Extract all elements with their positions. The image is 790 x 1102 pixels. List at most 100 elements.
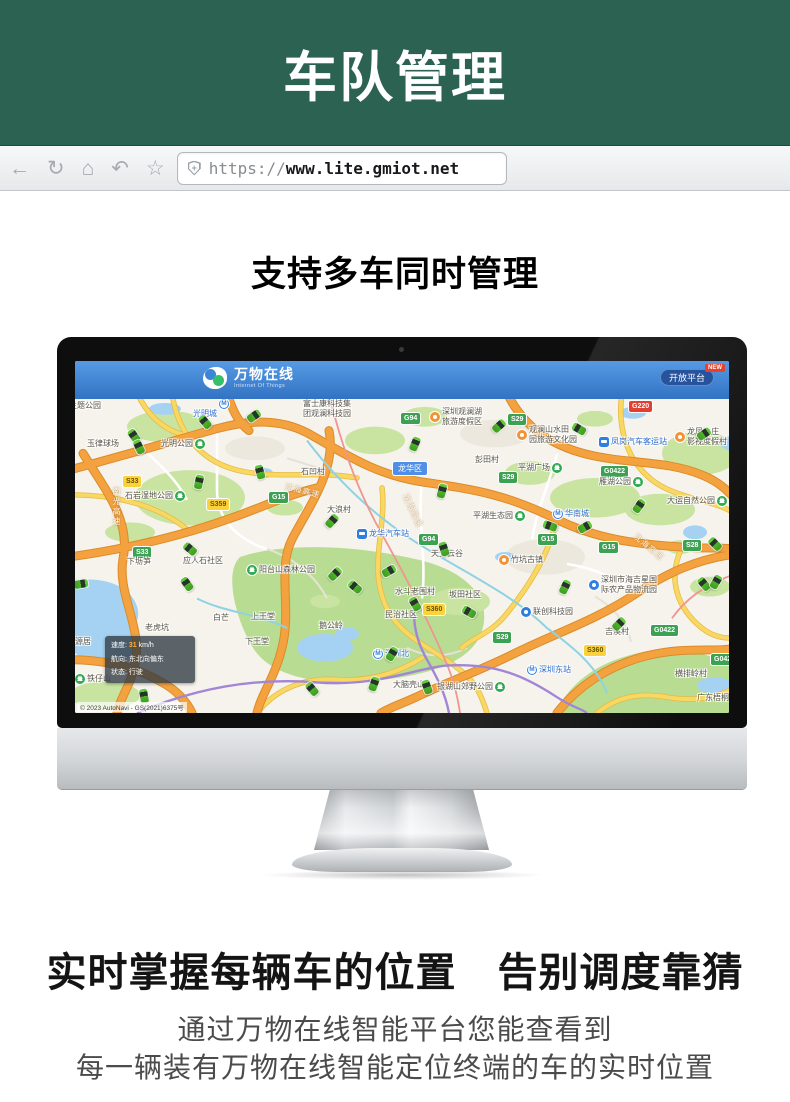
map-label: 联创科技园 xyxy=(521,607,573,617)
browser-nav-icons: ← ↻ ⌂ ↶ ☆ xyxy=(0,158,177,179)
vehicle-marker[interactable] xyxy=(436,483,447,499)
map-label: 主题公园 xyxy=(75,401,101,411)
vehicle-marker[interactable] xyxy=(368,676,380,692)
poi-poi-icon xyxy=(675,432,685,442)
road-badge: G94 xyxy=(419,534,438,545)
map-label-text: 主题公园 xyxy=(75,401,101,411)
road-badge: S360 xyxy=(584,645,606,656)
park-poi-icon xyxy=(717,496,727,506)
vehicle-marker[interactable] xyxy=(180,576,195,592)
map-label: 石凹村 xyxy=(301,467,325,477)
banner: 车队管理 xyxy=(0,0,790,145)
app-brand: 万物在线 Internet Of Things xyxy=(203,367,294,389)
vehicle-marker[interactable] xyxy=(409,436,422,452)
vehicle-marker[interactable] xyxy=(381,564,397,578)
map-label: 民治社区 xyxy=(385,610,417,620)
road-badge: G94 xyxy=(401,413,420,424)
map-label: 上王堂 xyxy=(251,612,275,622)
map-label-text: 银湖山郊野公园 xyxy=(437,682,493,692)
url-scheme: https:// xyxy=(209,159,286,178)
address-bar[interactable]: https://www.lite.gmiot.net xyxy=(177,152,507,185)
map-label: 平湖广场 xyxy=(518,463,562,473)
road-badge: G220 xyxy=(629,401,652,412)
vehicle-marker[interactable] xyxy=(707,536,723,552)
map-label-text: 富士康科技集 团观澜科技园 xyxy=(303,399,351,418)
map-label: 富士康科技集 团观澜科技园 xyxy=(303,399,351,418)
monitor-chin xyxy=(57,728,747,790)
map-label-text: 玉律球场 xyxy=(87,439,119,449)
road-name: 南光高速 xyxy=(111,487,122,527)
park-poi-icon xyxy=(175,491,185,501)
monitor-screen: 万物在线 Internet Of Things 开放平台 NEW xyxy=(75,361,729,713)
new-badge: NEW xyxy=(705,364,725,372)
map-label-text: 竹坑古镇 xyxy=(511,555,543,565)
vehicle-marker[interactable] xyxy=(558,579,571,595)
map-label: 玉律球场 xyxy=(87,439,119,449)
vehicle-marker[interactable] xyxy=(304,681,319,697)
map-label-text: 水斗老围村 xyxy=(395,587,435,597)
map-label-text: 凤岗汽车客运站 xyxy=(611,437,667,447)
map-label-text: 雁湖公园 xyxy=(599,477,631,487)
map-label: 深圳观澜湖 旅游度假区 xyxy=(430,407,482,426)
map-label-text: 平湖生态园 xyxy=(473,511,513,521)
back-icon[interactable]: ← xyxy=(9,158,30,179)
map-label-text: 彭田村 xyxy=(475,455,499,465)
park-poi-icon xyxy=(495,682,505,692)
vehicle-marker[interactable] xyxy=(461,605,477,619)
map-label: 深圳东站 xyxy=(527,665,571,675)
road-badge: S28 xyxy=(683,540,701,551)
road-name: 沈海高速 xyxy=(284,481,322,500)
vehicle-marker[interactable] xyxy=(324,513,339,529)
map-label: 光明公园 xyxy=(161,439,205,449)
vehicle-marker[interactable] xyxy=(182,541,198,556)
vehicle-marker[interactable] xyxy=(491,418,507,433)
vehicle-marker[interactable] xyxy=(577,520,593,534)
metro-poi-icon xyxy=(373,649,383,659)
vehicle-tooltip: 速度: 31 km/h 航向: 东北向偏东 状态: 行驶 xyxy=(105,636,195,683)
vehicle-marker[interactable] xyxy=(347,579,363,594)
map-label: 平湖生态园 xyxy=(473,511,525,521)
app-header: 万物在线 Internet Of Things 开放平台 NEW xyxy=(75,361,729,399)
vehicle-marker[interactable] xyxy=(132,439,145,455)
map-label: 竹坑古镇 xyxy=(499,555,543,565)
road-badge: S29 xyxy=(508,414,526,425)
vehicle-marker[interactable] xyxy=(254,464,265,480)
monitor-bezel: 万物在线 Internet Of Things 开放平台 NEW xyxy=(57,337,747,728)
webcam-icon xyxy=(399,347,404,352)
map-label: 华南城 xyxy=(553,509,589,519)
page: 车队管理 ←↻⌂↶☆ https://www.lite.gmiot.net 支持… xyxy=(0,0,790,1102)
park-poi-icon xyxy=(75,674,85,684)
map-label-text: 白芒 xyxy=(213,613,229,623)
brand-name: 万物在线 xyxy=(234,367,294,382)
bookmark-star-icon[interactable]: ☆ xyxy=(146,158,165,179)
map-label: 鹅公岭 xyxy=(319,621,343,631)
park-poi-icon xyxy=(195,439,205,449)
map-label-text: 石凹村 xyxy=(301,467,325,477)
poi-poi-icon xyxy=(517,430,527,440)
map-label-text: 下坜笋 xyxy=(127,557,151,567)
vehicle-marker[interactable] xyxy=(632,498,647,514)
vehicle-marker[interactable] xyxy=(75,579,89,589)
map-canvas[interactable]: S33S359S360S360S33G15G15G15G94G94S29S29S… xyxy=(75,399,729,713)
map-label-text: 石岩湿地公园 xyxy=(125,491,173,501)
map-label: 观澜山水田 园旅游文化园 xyxy=(517,425,577,444)
tooltip-heading-row: 航向: 东北向偏东 xyxy=(111,653,189,667)
footer-line-1: 通过万物在线智能平台您能查看到 xyxy=(0,1008,790,1048)
map-label: 横排岭村 xyxy=(675,669,707,679)
refresh-icon[interactable]: ↻ xyxy=(47,158,65,179)
undo-icon[interactable]: ↶ xyxy=(111,158,129,179)
vehicle-marker[interactable] xyxy=(246,409,262,424)
map-label-text: 民治社区 xyxy=(385,610,417,620)
vehicle-marker[interactable] xyxy=(421,679,433,695)
map-label-text: 老虎坑 xyxy=(145,623,169,633)
map-label-text: 鹅公岭 xyxy=(319,621,343,631)
vehicle-marker[interactable] xyxy=(327,566,343,582)
vehicle-marker[interactable] xyxy=(709,574,723,590)
vehicle-marker[interactable] xyxy=(542,520,558,532)
vehicle-marker[interactable] xyxy=(194,474,205,489)
banner-title: 车队管理 xyxy=(283,33,507,112)
bus-poi-icon xyxy=(357,529,367,539)
home-icon[interactable]: ⌂ xyxy=(82,158,95,179)
map-label: 凤岗汽车客运站 xyxy=(599,437,667,447)
map-label: 银湖山郊野公园 xyxy=(437,682,505,692)
